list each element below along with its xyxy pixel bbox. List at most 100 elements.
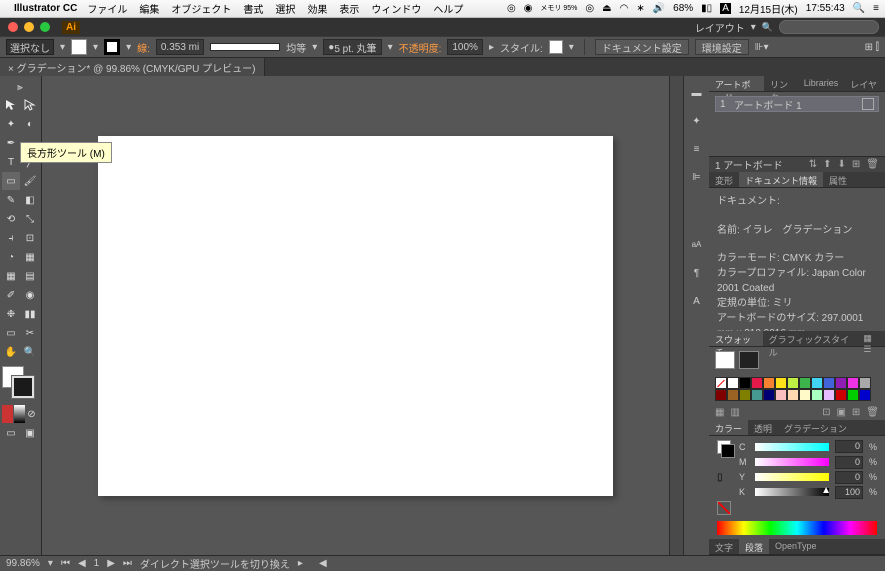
tab-links[interactable]: リンク [764, 76, 798, 91]
align-icon[interactable]: ⊪▾ [755, 42, 769, 53]
swatch[interactable] [727, 389, 739, 401]
magic-wand-tool[interactable]: ✦ [2, 115, 20, 133]
swatch[interactable] [799, 377, 811, 389]
nav-last-icon[interactable]: ⏭ [123, 558, 132, 569]
document-setup-button[interactable]: ドキュメント設定 [595, 39, 689, 55]
delete-icon[interactable]: 🗑 [866, 159, 879, 170]
color-mode-icon[interactable] [2, 405, 13, 423]
paragraph-panel-icon[interactable]: ¶ [688, 264, 706, 282]
menu-edit[interactable]: 編集 [139, 1, 159, 16]
zoom-level[interactable]: 99.86% [6, 558, 40, 569]
scroll-left-icon[interactable]: ◀ [319, 558, 327, 569]
tab-libraries[interactable]: Libraries [798, 76, 845, 91]
status-icon[interactable]: ◎ [507, 3, 516, 14]
character-panel-icon[interactable]: aA [688, 236, 706, 254]
nav-next-icon[interactable]: ▶ [107, 558, 115, 569]
brush-select[interactable]: ● 5 pt. 丸筆 [323, 39, 381, 55]
screen-mode-full[interactable]: ▣ [21, 424, 39, 442]
nav-first-icon[interactable]: ⏮ [61, 558, 70, 569]
swatch[interactable] [775, 377, 787, 389]
swatch[interactable] [811, 389, 823, 401]
rotate-tool[interactable]: ⟲ [2, 210, 20, 228]
dropdown-icon[interactable]: ▾ [48, 558, 53, 569]
black-value[interactable]: 100 [835, 486, 863, 499]
tab-graphic-styles[interactable]: グラフィックスタイル [763, 331, 858, 346]
panel-toggle-icon[interactable]: ⊞ ⫿ [865, 42, 879, 53]
stroke-color[interactable] [12, 376, 34, 398]
tab-attributes[interactable]: 属性 [823, 172, 853, 187]
opacity-input[interactable]: 100% [447, 39, 483, 55]
dropdown-icon[interactable]: ▾ [388, 42, 393, 53]
swatch-none[interactable] [715, 377, 727, 389]
sw-lib-icon[interactable]: ▥ [730, 407, 739, 418]
tab-document-info[interactable]: ドキュメント情報 [739, 172, 823, 187]
dropdown-icon[interactable]: ▾ [126, 42, 131, 53]
app-name[interactable]: Illustrator CC [14, 3, 77, 14]
sw-new-group-icon[interactable]: ▣ [836, 407, 845, 418]
sw-delete-icon[interactable]: 🗑 [866, 407, 879, 418]
tab-transparency[interactable]: 透明 [748, 420, 778, 435]
width-tool[interactable]: ⫞ [2, 229, 20, 247]
swatch[interactable] [835, 389, 847, 401]
rectangle-tool[interactable]: ▭ [2, 172, 20, 190]
menu-type[interactable]: 書式 [243, 1, 263, 16]
collapse-icon[interactable]: ⫸ [2, 79, 38, 95]
current-fill-swatch[interactable] [715, 351, 735, 369]
swatch[interactable] [715, 389, 727, 401]
dropdown-icon[interactable]: ▾ [569, 42, 574, 53]
brushes-panel-icon[interactable]: ▬ [688, 84, 706, 102]
view-grid-icon[interactable]: ▦ ☰ [857, 331, 885, 346]
tab-transform[interactable]: 変形 [709, 172, 739, 187]
bluetooth-icon[interactable]: ∗ [636, 3, 644, 14]
menu-effect[interactable]: 効果 [307, 1, 327, 16]
sw-new-icon[interactable]: ⊞ [852, 407, 860, 418]
tab-layers[interactable]: レイヤー [844, 76, 885, 91]
artboard[interactable] [98, 136, 613, 496]
swatch[interactable] [799, 389, 811, 401]
slice-tool[interactable]: ✂ [21, 324, 39, 342]
screen-mode-normal[interactable]: ▭ [2, 424, 20, 442]
swatch[interactable] [739, 389, 751, 401]
glyph-panel-icon[interactable]: A [688, 292, 706, 310]
menu-help[interactable]: ヘルプ [433, 1, 463, 16]
tab-opentype[interactable]: OpenType [769, 539, 823, 554]
dropdown-icon[interactable]: ▾ [93, 42, 98, 53]
close-button[interactable] [8, 22, 18, 32]
swatch[interactable] [787, 377, 799, 389]
swatch[interactable] [859, 389, 871, 401]
dropdown-icon[interactable]: ▾ [312, 42, 317, 53]
style-swatch[interactable] [549, 40, 563, 54]
fill-stroke-control[interactable] [2, 366, 38, 402]
document-tab[interactable]: × グラデーション* @ 99.86% (CMYK/GPU プレビュー) [0, 58, 265, 77]
status-icon[interactable]: ⏏ [602, 3, 611, 14]
preferences-button[interactable]: 環境設定 [695, 39, 749, 55]
magenta-slider[interactable] [755, 458, 829, 466]
stroke-panel-icon[interactable]: ≡ [688, 140, 706, 158]
tab-artboards[interactable]: アートボード [709, 76, 764, 91]
mesh-tool[interactable]: ▦ [2, 267, 20, 285]
fill-swatch[interactable] [71, 39, 87, 55]
swatch[interactable] [823, 389, 835, 401]
menu-window[interactable]: ウィンドウ [371, 1, 421, 16]
artboard-options-icon[interactable] [862, 98, 874, 110]
artboard-tool[interactable]: ▭ [2, 324, 20, 342]
blend-tool[interactable]: ◉ [21, 286, 39, 304]
close-icon[interactable]: × [8, 64, 14, 75]
swatch[interactable] [775, 389, 787, 401]
swatch[interactable] [739, 377, 751, 389]
sw-options-icon[interactable]: ⊡ [822, 407, 830, 418]
direct-selection-tool[interactable] [21, 96, 39, 114]
swatch[interactable] [835, 377, 847, 389]
zoom-button[interactable] [40, 22, 50, 32]
paintbrush-tool[interactable]: 🖌 [21, 172, 39, 190]
symbols-panel-icon[interactable]: ✦ [688, 112, 706, 130]
swatch[interactable] [727, 377, 739, 389]
artboard-list-item[interactable]: 1 アートボード 1 [715, 96, 879, 112]
none-mode-icon[interactable]: ⊘ [26, 405, 37, 423]
gradient-mode-icon[interactable] [14, 405, 25, 423]
color-spectrum[interactable] [717, 521, 877, 535]
minimize-button[interactable] [24, 22, 34, 32]
symbol-sprayer-tool[interactable]: ❉ [2, 305, 20, 323]
dropdown-icon[interactable]: ▾ [60, 42, 65, 53]
graph-tool[interactable]: ▮▮ [21, 305, 39, 323]
